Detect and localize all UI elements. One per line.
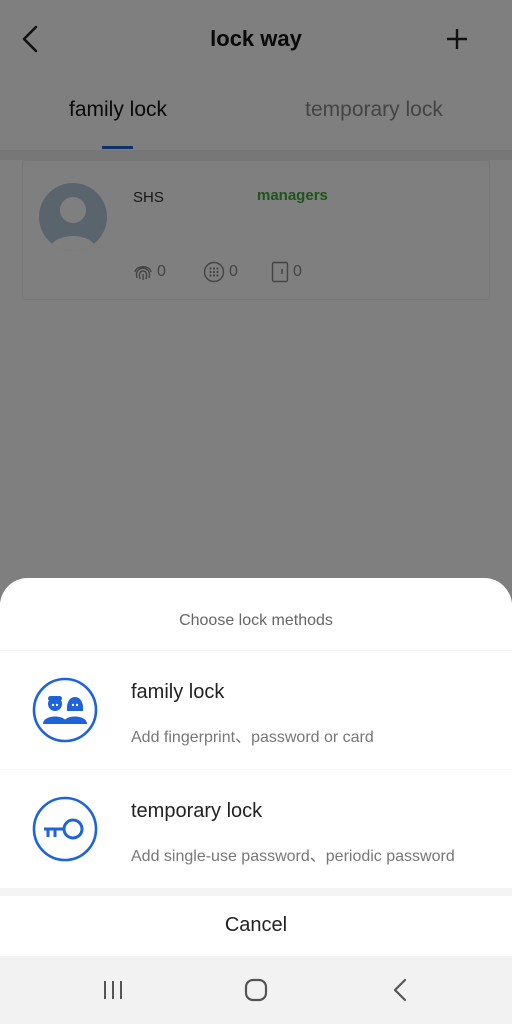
sheet-title: Choose lock methods — [179, 612, 333, 629]
lock-method-sheet: Choose lock methods family lock Add fing… — [0, 578, 512, 956]
key-icon — [32, 796, 98, 862]
option-temporary-lock[interactable]: temporary lock Add single-use password、p… — [0, 770, 512, 888]
cancel-button[interactable]: Cancel — [0, 896, 512, 956]
system-nav-bar — [0, 956, 512, 1024]
family-users-icon — [32, 677, 98, 743]
home-button[interactable] — [236, 972, 276, 1008]
option-family-lock[interactable]: family lock Add fingerprint、password or … — [0, 651, 512, 769]
option-title: temporary lock — [131, 800, 263, 822]
option-description: Add single-use password、periodic passwor… — [131, 848, 455, 865]
sheet-header: Choose lock methods — [0, 578, 512, 650]
option-description: Add fingerprint、password or card — [131, 729, 374, 746]
home-icon — [244, 978, 268, 1002]
recent-apps-icon — [104, 981, 122, 999]
back-icon — [393, 978, 407, 1002]
option-title: family lock — [131, 681, 225, 703]
system-back-button[interactable] — [380, 972, 420, 1008]
recent-apps-button[interactable] — [93, 972, 133, 1008]
